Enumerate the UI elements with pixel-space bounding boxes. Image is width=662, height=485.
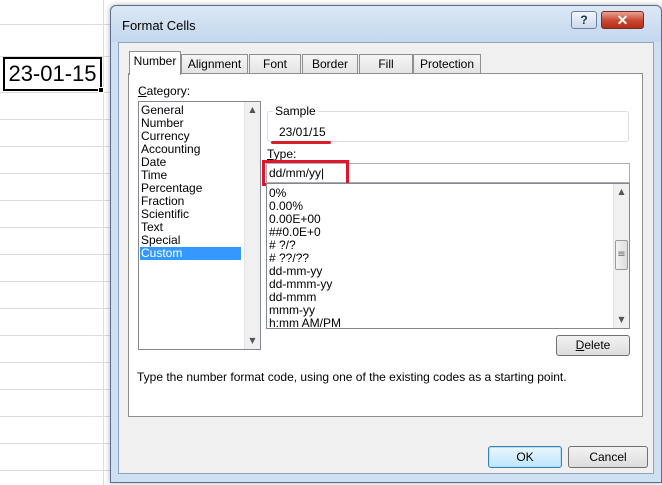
tab-font[interactable]: Font <box>249 54 301 74</box>
grid-line <box>103 0 104 485</box>
ok-button[interactable]: OK <box>488 446 562 468</box>
down-arrow-icon[interactable]: ▼ <box>614 312 629 328</box>
delete-button[interactable]: Delete <box>556 335 630 356</box>
format-code-scrollbar[interactable]: ▲ ≡ ▼ <box>613 184 629 328</box>
help-text: Type the number format code, using one o… <box>137 370 567 384</box>
delete-label-accel: D <box>575 338 585 352</box>
tab-border[interactable]: Border <box>302 54 358 74</box>
tab-alignment[interactable]: Alignment <box>181 54 248 74</box>
active-cell[interactable]: 23-01-15 <box>3 57 102 91</box>
up-arrow-icon[interactable]: ▲ <box>245 102 260 118</box>
dialog-body: Number Alignment Font Border Fill Protec… <box>118 42 654 474</box>
cancel-button[interactable]: Cancel <box>568 446 648 468</box>
category-label-accel: C <box>138 84 147 98</box>
close-button[interactable]: ✕ <box>601 11 644 29</box>
type-label-text: ype: <box>273 147 297 161</box>
help-button[interactable]: ? <box>571 11 597 29</box>
category-listbox[interactable]: General Number Currency Accounting Date … <box>138 101 261 350</box>
active-cell-value: 23-01-15 <box>8 61 97 86</box>
delete-label-text: elete <box>584 338 611 352</box>
category-item-custom[interactable]: Custom <box>140 247 241 260</box>
format-code-item[interactable]: h:mm AM/PM <box>269 317 341 329</box>
dialog-title: Format Cells <box>122 18 196 33</box>
tab-protection[interactable]: Protection <box>413 54 481 74</box>
type-label: Type: <box>267 147 296 161</box>
category-label: Category: <box>138 84 190 98</box>
sample-annotation-underline <box>271 141 331 144</box>
sample-label: Sample <box>273 104 318 118</box>
category-label-text: ategory: <box>146 84 191 98</box>
down-arrow-icon[interactable]: ▼ <box>245 333 260 349</box>
dialog-titlebar[interactable]: Format Cells ? ✕ <box>111 6 661 42</box>
tab-number[interactable]: Number <box>129 51 181 75</box>
number-tab-panel: Category: General Number Currency Accoun… <box>128 73 643 417</box>
category-scrollbar[interactable]: ▲ ▼ <box>244 102 260 349</box>
sample-value: 23/01/15 <box>279 125 326 139</box>
tab-fill[interactable]: Fill <box>359 54 413 74</box>
format-code-listbox[interactable]: 0% 0.00% 0.00E+00 ##0.0E+0 # ?/? # ??/??… <box>266 183 630 329</box>
fill-handle[interactable] <box>98 87 104 93</box>
up-arrow-icon[interactable]: ▲ <box>614 184 629 200</box>
format-cells-dialog: Format Cells ? ✕ Number Alignment Font B… <box>110 5 662 483</box>
type-label-accel: T <box>267 147 274 161</box>
grip-icon[interactable]: ≡ <box>615 240 628 270</box>
